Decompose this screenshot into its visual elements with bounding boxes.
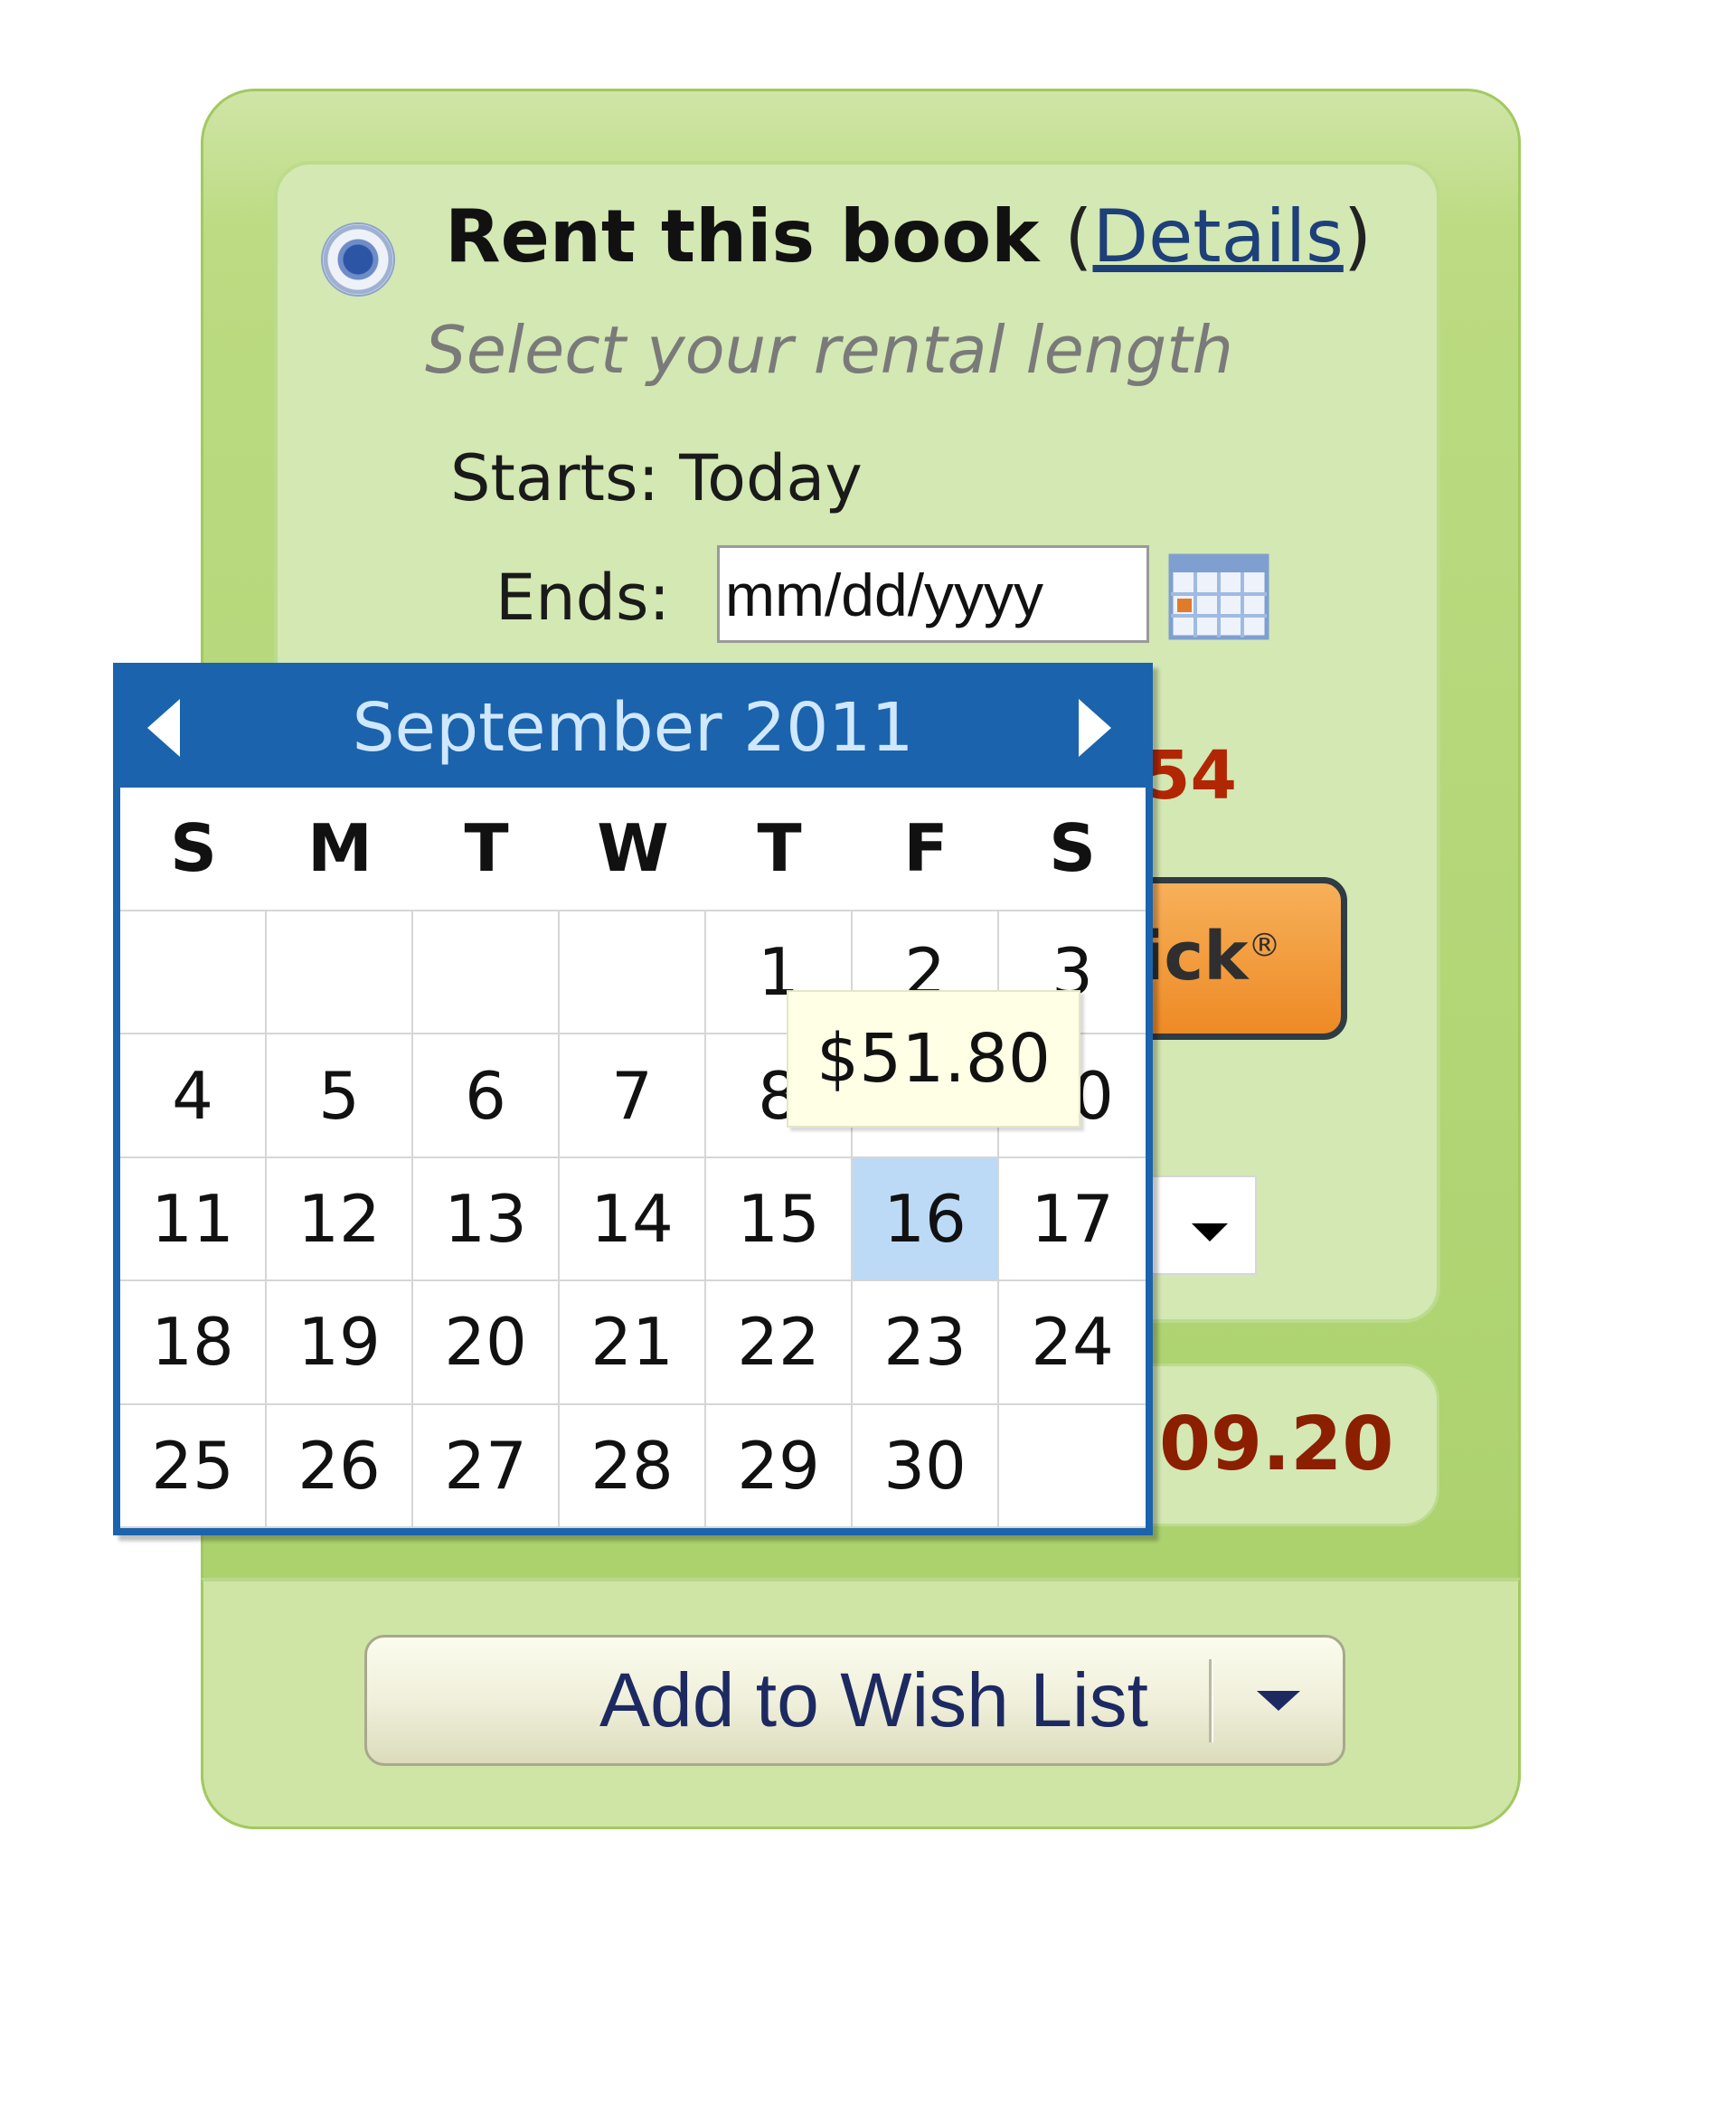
- weekday-wed: W: [597, 810, 669, 886]
- total-price-partial: 09.20: [1159, 1402, 1394, 1487]
- details-open-paren: (: [1064, 194, 1093, 278]
- calendar-day[interactable]: 25: [120, 1404, 267, 1528]
- calendar-day[interactable]: 24: [999, 1281, 1146, 1405]
- weekday-mon: M: [307, 810, 373, 886]
- rental-price-partial: 54: [1144, 737, 1237, 815]
- starts-text: Starts: Today: [450, 441, 863, 515]
- calendar-empty-cell: [267, 911, 413, 1035]
- calendar-day[interactable]: 7: [560, 1034, 706, 1158]
- weekday-sat: S: [1049, 810, 1096, 886]
- calendar-day-selected[interactable]: 16: [853, 1157, 999, 1282]
- ends-label: Ends:: [495, 561, 671, 635]
- calendar-day[interactable]: 29: [706, 1404, 853, 1528]
- calendar-day[interactable]: 19: [267, 1281, 413, 1405]
- calendar-day[interactable]: 5: [267, 1034, 413, 1158]
- calendar-day[interactable]: 30: [853, 1404, 999, 1528]
- weekday-sun: S: [170, 810, 217, 886]
- one-click-label: ick®: [1141, 918, 1280, 996]
- details-close-paren: ): [1343, 194, 1373, 278]
- price-tooltip: $51.80: [787, 990, 1080, 1128]
- calendar-empty-cell: [999, 1404, 1146, 1528]
- calendar-day[interactable]: 20: [413, 1281, 560, 1405]
- calendar-day[interactable]: 21: [560, 1281, 706, 1405]
- calendar-day[interactable]: 17: [999, 1157, 1146, 1282]
- add-to-wishlist-label: Add to Wish List: [599, 1657, 1148, 1742]
- calendar-day[interactable]: 12: [267, 1157, 413, 1282]
- calendar-day[interactable]: 14: [560, 1157, 706, 1282]
- wishlist-divider-highlight: [1212, 1659, 1213, 1742]
- one-click-label-text: ick: [1141, 918, 1249, 996]
- calendar-day[interactable]: 6: [413, 1034, 560, 1158]
- calendar-day[interactable]: 26: [267, 1404, 413, 1528]
- calendar-day[interactable]: 22: [706, 1281, 853, 1405]
- calendar-empty-cell: [120, 911, 267, 1035]
- calendar-day[interactable]: 23: [853, 1281, 999, 1405]
- wishlist-dropdown-icon[interactable]: [1257, 1691, 1300, 1711]
- calendar-empty-cell: [413, 911, 560, 1035]
- calendar-day[interactable]: 15: [706, 1157, 853, 1282]
- details-link[interactable]: Details: [1092, 194, 1343, 278]
- rent-title: Rent this book (Details): [445, 194, 1372, 278]
- calendar-day[interactable]: 18: [120, 1281, 267, 1405]
- rent-title-text: Rent this book: [445, 194, 1040, 278]
- rent-radio-icon[interactable]: [321, 222, 395, 297]
- rental-length-hint: Select your rental length: [425, 312, 1234, 388]
- chevron-down-icon[interactable]: [1192, 1223, 1228, 1241]
- weekday-tue: T: [464, 810, 509, 886]
- calendar-day[interactable]: 4: [120, 1034, 267, 1158]
- calendar-day[interactable]: 28: [560, 1404, 706, 1528]
- calendar-icon[interactable]: [1168, 553, 1269, 640]
- chevron-right-icon[interactable]: [1079, 699, 1111, 757]
- weekday-header-row: S M T W T F S: [120, 788, 1146, 910]
- calendar-day[interactable]: 13: [413, 1157, 560, 1282]
- calendar-empty-cell: [560, 911, 706, 1035]
- calendar-day[interactable]: 11: [120, 1157, 267, 1282]
- weekday-fri: F: [903, 810, 948, 886]
- end-date-input[interactable]: mm/dd/yyyy: [717, 545, 1149, 643]
- registered-mark: ®: [1248, 927, 1281, 965]
- calendar-month-title: September 2011: [352, 689, 914, 767]
- chevron-left-icon[interactable]: [147, 699, 180, 757]
- weekday-thu: T: [757, 810, 802, 886]
- calendar-day[interactable]: 27: [413, 1404, 560, 1528]
